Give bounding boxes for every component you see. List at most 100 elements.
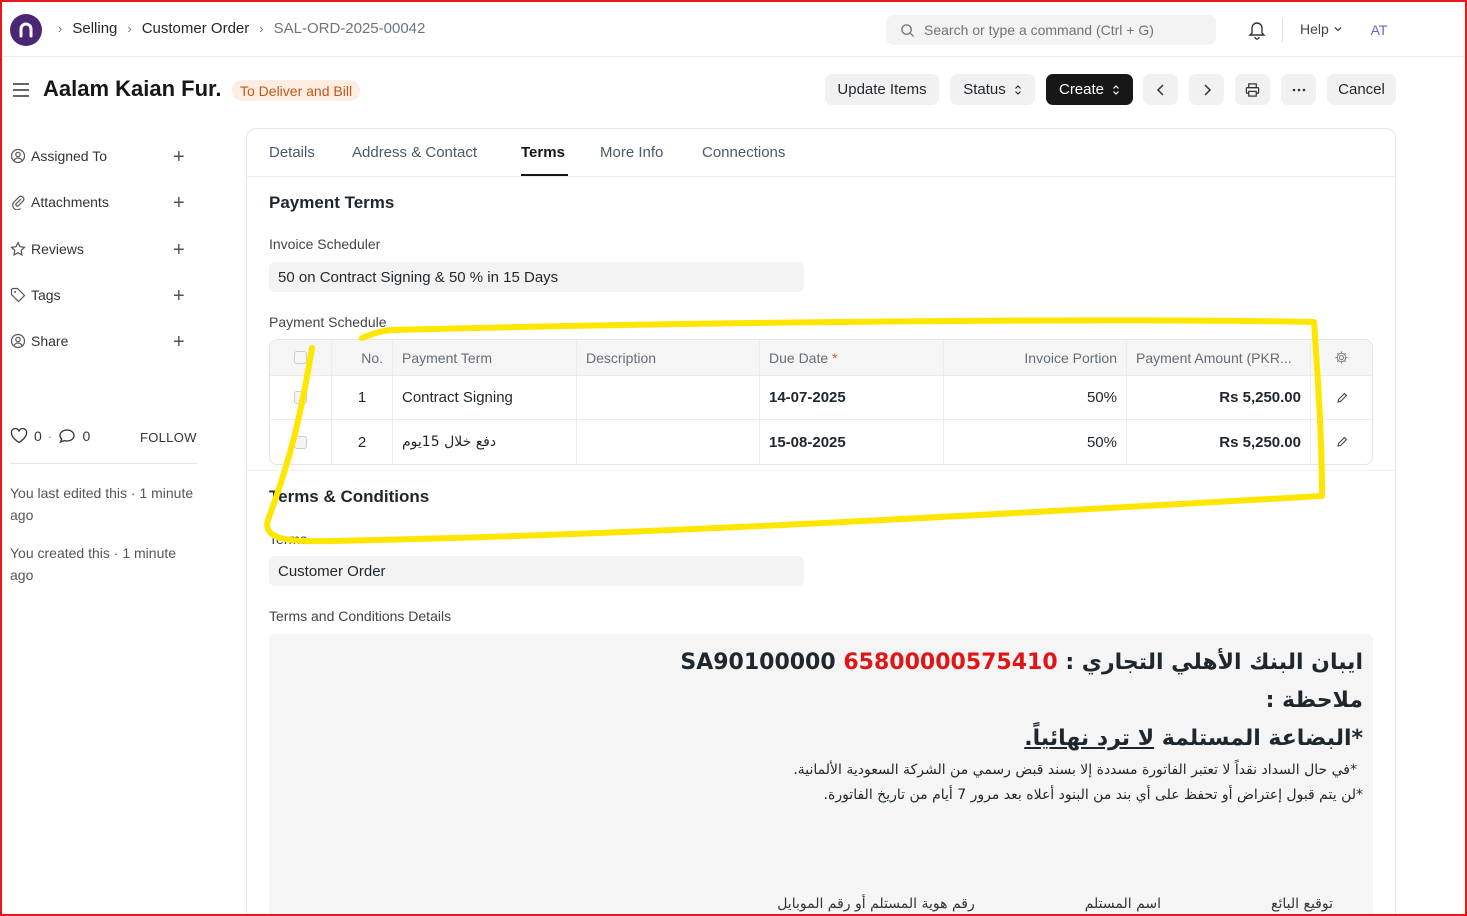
- iban-highlight: 65800000575410: [843, 650, 1058, 675]
- sig-seller: توقيع البائع: [1271, 896, 1333, 912]
- select-all-cell: [270, 340, 332, 375]
- follow-button[interactable]: FOLLOW: [140, 430, 197, 445]
- row-checkbox[interactable]: [294, 391, 307, 404]
- activity-created: You created this · 1 minute ago: [10, 545, 177, 583]
- terms-conditions-heading: Terms & Conditions: [269, 487, 430, 506]
- terms-details-editor[interactable]: ايبان البنك الأهلي التجاري : 65800000575…: [269, 634, 1373, 916]
- search-input[interactable]: Search or type a command (Ctrl + G): [886, 15, 1216, 45]
- terms-field[interactable]: Customer Order: [269, 556, 804, 586]
- row-checkbox[interactable]: [294, 435, 307, 449]
- app-logo[interactable]: [10, 14, 42, 46]
- cell-invoice-portion[interactable]: 50%: [944, 376, 1127, 419]
- tab-more-info[interactable]: More Info: [600, 144, 663, 161]
- print-button[interactable]: [1235, 74, 1270, 105]
- bell-icon[interactable]: [1248, 20, 1266, 45]
- cancel-button[interactable]: Cancel: [1327, 74, 1396, 105]
- plus-icon[interactable]: +: [173, 239, 185, 262]
- gear-icon[interactable]: [1334, 350, 1349, 365]
- header-payment-term: Payment Term: [393, 340, 577, 375]
- row-edit-cell: [1311, 420, 1372, 464]
- chevron-right-icon: ›: [127, 21, 132, 36]
- payment-terms-heading: Payment Terms: [269, 193, 395, 212]
- pencil-icon[interactable]: [1336, 436, 1348, 448]
- chevron-right-icon: ›: [58, 21, 63, 36]
- tab-terms[interactable]: Terms: [521, 144, 565, 161]
- search-icon: [901, 23, 915, 37]
- breadcrumb-document[interactable]: SAL-ORD-2025-00042: [274, 20, 426, 37]
- signature-labels: توقيع البائع اسم المستلم رقم هوية المستل…: [777, 896, 1333, 912]
- cell-payment-term[interactable]: دفع خلال 15يوم: [393, 420, 577, 464]
- help-menu[interactable]: Help: [1300, 21, 1343, 37]
- cell-payment-term[interactable]: Contract Signing: [393, 376, 577, 419]
- cell-description[interactable]: [577, 376, 760, 419]
- cell-due-date[interactable]: 14-07-2025: [760, 376, 944, 419]
- objection-line: *لن يتم قبول إعتراض أو تحفظ على أي بند م…: [823, 787, 1363, 803]
- plus-icon[interactable]: +: [173, 285, 185, 308]
- cell-payment-amount[interactable]: Rs 5,250.00: [1127, 420, 1311, 464]
- cell-description[interactable]: [577, 420, 760, 464]
- form-tabs: Details Address & Contact Terms More Inf…: [247, 129, 1395, 177]
- row-select-cell: [270, 420, 332, 464]
- header-due-date-label: Due Date: [769, 349, 829, 366]
- cell-invoice-portion[interactable]: 50%: [944, 420, 1127, 464]
- sidebar-item-share[interactable]: Share +: [10, 331, 192, 353]
- printer-icon: [1245, 82, 1260, 97]
- chevron-left-icon: [1156, 83, 1164, 96]
- sidebar-item-assigned-to[interactable]: Assigned To +: [10, 146, 192, 168]
- sidebar-item-tags[interactable]: Tags +: [10, 285, 192, 307]
- hamburger-menu-icon[interactable]: [12, 82, 30, 103]
- table-row[interactable]: 2 دفع خلال 15يوم 15-08-2025 50% Rs 5,250…: [270, 420, 1372, 464]
- comment-icon[interactable]: [58, 428, 76, 444]
- terms-value: Customer Order: [278, 562, 386, 580]
- heart-icon[interactable]: [10, 428, 28, 444]
- tab-details[interactable]: Details: [269, 144, 315, 161]
- tab-address-contact[interactable]: Address & Contact: [352, 144, 477, 161]
- previous-doc-button[interactable]: [1143, 74, 1178, 105]
- pencil-icon[interactable]: [1336, 392, 1348, 404]
- breadcrumb: › Selling › Customer Order › SAL-ORD-202…: [58, 20, 425, 37]
- header-description: Description: [577, 340, 760, 375]
- comment-count: 0: [82, 428, 91, 444]
- cell-payment-amount[interactable]: Rs 5,250.00: [1127, 376, 1311, 419]
- update-items-button[interactable]: Update Items: [825, 74, 939, 105]
- sidebar-item-reviews[interactable]: Reviews +: [10, 239, 192, 261]
- plus-icon[interactable]: +: [173, 331, 185, 354]
- iban-label: ايبان البنك الأهلي التجاري :: [1065, 650, 1363, 675]
- star-icon: [10, 241, 26, 257]
- tab-connections[interactable]: Connections: [702, 144, 785, 161]
- breadcrumb-customer-order[interactable]: Customer Order: [142, 20, 250, 37]
- search-placeholder: Search or type a command (Ctrl + G): [924, 22, 1154, 38]
- sidebar-item-attachments[interactable]: Attachments +: [10, 192, 192, 214]
- status-button[interactable]: Status: [950, 74, 1035, 105]
- invoice-scheduler-label: Invoice Scheduler: [269, 236, 381, 252]
- navbar-divider: [1282, 18, 1283, 42]
- create-button[interactable]: Create: [1046, 74, 1133, 105]
- iban-line: ايبان البنك الأهلي التجاري : 65800000575…: [279, 644, 1363, 682]
- cell-no: 2: [332, 420, 393, 464]
- cash-payment-line: *في حال السداد نقداً لا تعتبر الفاتورة م…: [793, 762, 1357, 778]
- terms-details-label: Terms and Conditions Details: [269, 608, 452, 624]
- column-settings-cell: [1311, 340, 1372, 375]
- table-row[interactable]: 1 Contract Signing 14-07-2025 50% Rs 5,2…: [270, 376, 1372, 420]
- breadcrumb-selling[interactable]: Selling: [72, 20, 117, 37]
- avatar[interactable]: AT: [1366, 17, 1392, 43]
- invoice-scheduler-value: 50 on Contract Signing & 50 % in 15 Days: [278, 268, 559, 286]
- invoice-scheduler-field[interactable]: 50 on Contract Signing & 50 % in 15 Days: [269, 262, 804, 292]
- goods-policy-prefix: *البضاعة المستلمة: [1154, 726, 1363, 751]
- tag-icon: [10, 287, 26, 303]
- iban-prefix: SA90100000: [680, 650, 836, 675]
- header-no: No.: [332, 340, 393, 375]
- next-doc-button[interactable]: [1189, 74, 1224, 105]
- more-actions-button[interactable]: [1281, 74, 1316, 105]
- select-all-checkbox[interactable]: [294, 351, 307, 364]
- like-comment-counts: 0 · 0: [10, 428, 90, 444]
- share-user-icon: [10, 333, 26, 349]
- plus-icon[interactable]: +: [173, 192, 185, 215]
- chevron-right-icon: [1203, 83, 1211, 96]
- chevron-down-icon: [1334, 27, 1342, 32]
- sidebar-item-label: Tags: [31, 287, 61, 303]
- cell-due-date[interactable]: 15-08-2025: [760, 420, 944, 464]
- plus-icon[interactable]: +: [173, 146, 185, 169]
- page-title: Aalam Kaian Fur.: [43, 76, 222, 101]
- header-due-date: Due Date *: [760, 340, 944, 375]
